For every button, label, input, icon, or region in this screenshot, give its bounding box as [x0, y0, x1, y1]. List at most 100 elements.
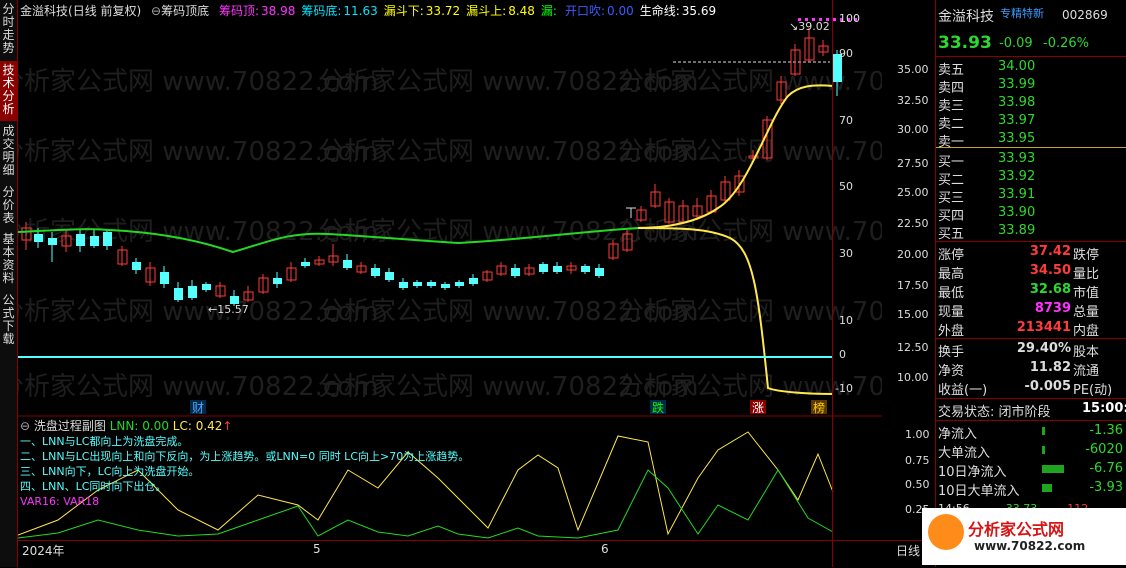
tab-timeshare[interactable]: 分时走势: [0, 0, 17, 60]
candle-body-down: [595, 268, 604, 276]
row-label: 最低: [938, 286, 965, 301]
row-value: 32.68: [1029, 282, 1071, 297]
date-label-year: 2024年: [22, 544, 65, 558]
candle-body-down: [511, 268, 520, 276]
bid-row: 买二 33.92: [938, 168, 1123, 188]
row-label: 净流入: [938, 427, 978, 442]
candle-body-down: [441, 284, 450, 288]
price-tick: 10.00: [897, 371, 929, 384]
price-tick: 27.50: [897, 157, 929, 170]
price-tick: 32.50: [897, 94, 929, 107]
row-value: 33.93: [998, 151, 1036, 166]
osc-tick: 10: [839, 314, 853, 327]
sub-tick: 0.50: [905, 478, 930, 491]
stat-label-2: 跌停: [1073, 248, 1100, 263]
candle-body-down: [174, 288, 183, 300]
row-value: 213441: [1016, 320, 1071, 335]
stat-label-2: 内盘: [1073, 324, 1100, 339]
left-tab-bar: 分时走势 技术分析 成交明细 分价表 基本资料 公式下载: [0, 0, 18, 567]
row-label: 净资: [938, 364, 965, 379]
flow-bar: [1042, 465, 1064, 473]
candle-body-down: [413, 282, 422, 286]
var-label: VAR16: VAR18: [20, 495, 100, 508]
sub-tick: 1.00: [905, 428, 930, 441]
stat2-row: 净资 11.82 流通: [938, 359, 1123, 379]
tab-trades[interactable]: 成交明细: [0, 122, 17, 182]
row-value: 37.42: [1029, 244, 1071, 259]
row-value: 11.82: [1029, 360, 1071, 375]
tab-profile[interactable]: 基本资料: [0, 230, 17, 290]
period-switch[interactable]: 日线: [896, 542, 920, 559]
candle-body-down: [188, 286, 197, 298]
osc-tick: 70: [839, 114, 853, 127]
row-value: 33.97: [998, 113, 1036, 128]
candle-body-down: [553, 266, 562, 272]
date-axis: 2024年 5 6 日线: [18, 540, 932, 568]
stat2-label-2: PE(动): [1073, 383, 1113, 398]
row-value: 33.99: [998, 77, 1036, 92]
candle-body-down: [301, 262, 310, 266]
logo-icon: [928, 514, 964, 550]
osc-tick: 100: [839, 12, 860, 25]
osc-tick: 30: [839, 247, 853, 260]
bid-row: 买五 33.89: [938, 222, 1123, 242]
marker-1: 跌: [652, 400, 664, 415]
price-change: -0.09: [999, 36, 1033, 51]
row-label: 现量: [938, 305, 965, 320]
ask-row: 卖四 33.99: [938, 76, 1123, 96]
row-value: 33.89: [998, 223, 1036, 238]
tab-technical[interactable]: 技术分析: [0, 61, 17, 121]
row-value: 33.95: [998, 131, 1036, 146]
stat-label-2: 市值: [1073, 286, 1100, 301]
row-label: 10日大单流入: [938, 484, 1020, 499]
flow-row: 10日净流入 -6.76: [938, 460, 1123, 480]
row-label: 收益(一): [938, 383, 988, 398]
subchart-toggle-icon[interactable]: ⊖: [20, 419, 30, 433]
row-value: 33.92: [998, 169, 1036, 184]
row-label: 外盘: [938, 324, 965, 339]
date-label-may: 5: [313, 542, 321, 556]
row-label: 换手: [938, 345, 965, 360]
bid-row: 买一 33.93: [938, 150, 1123, 170]
candle-body-down: [202, 284, 211, 290]
candle-body-down: [469, 278, 478, 284]
stat2-row: 收益(一) -0.005 PE(动): [938, 378, 1123, 398]
site-logo: 分析家公式网 www.70822.com: [922, 508, 1126, 565]
candle-body-down: [273, 278, 282, 284]
candle-body-down: [132, 262, 141, 270]
flow-row: 大单流入 -6020: [938, 441, 1123, 461]
row-value: 34.00: [998, 59, 1036, 74]
tab-price-table[interactable]: 分价表: [0, 183, 17, 229]
price-tick: 12.50: [897, 341, 929, 354]
flow-row: 10日大单流入 -3.93: [938, 479, 1123, 499]
candle-body-down: [455, 282, 464, 286]
stat-label-2: 总量: [1073, 305, 1100, 320]
subchart-header: ⊖ 洗盘过程副图 LNN: 0.00 LC: 0.42↑: [20, 417, 232, 434]
note-2: 二、LNN与LC出现向上和向下反向，为上涨趋势。或LNN=0 同时 LC向上>7…: [20, 450, 470, 463]
trading-status: 交易状态: 闭市阶段: [938, 405, 1051, 420]
price-tick: 30.00: [897, 123, 929, 136]
note-1: 一、LNN与LC都向上为洗盘完成。: [20, 435, 189, 448]
tab-formula-download[interactable]: 公式下载: [0, 291, 17, 351]
lc-value: LC: 0.42: [172, 419, 223, 433]
price-tick: 22.50: [897, 217, 929, 230]
candle-body-down: [343, 260, 352, 268]
row-label: 10日净流入: [938, 465, 1007, 480]
subchart-title[interactable]: 洗盘过程副图: [34, 419, 106, 433]
osc-tick: -10: [835, 382, 853, 395]
row-label: 买五: [938, 227, 965, 242]
row-value: 8739: [1034, 301, 1071, 316]
row-value: -6.76: [1089, 461, 1123, 476]
row-label: 涨停: [938, 248, 965, 263]
event-markers: 财跌涨榜: [190, 400, 827, 415]
row-value: -3.93: [1089, 480, 1123, 495]
row-value: -1.36: [1089, 423, 1123, 438]
price-axis: 35.00 32.50 30.00 27.50 25.00 22.50 20.00 17.50…: [832, 0, 933, 567]
row-value: -6020: [1085, 442, 1123, 457]
ask-row: 卖二 33.97: [938, 112, 1123, 132]
stock-code: 002869: [1062, 8, 1108, 22]
row-value: 33.90: [998, 205, 1036, 220]
osc-tick: 50: [839, 180, 853, 193]
row-label: 最高: [938, 267, 965, 282]
candle-body-down: [399, 282, 408, 288]
